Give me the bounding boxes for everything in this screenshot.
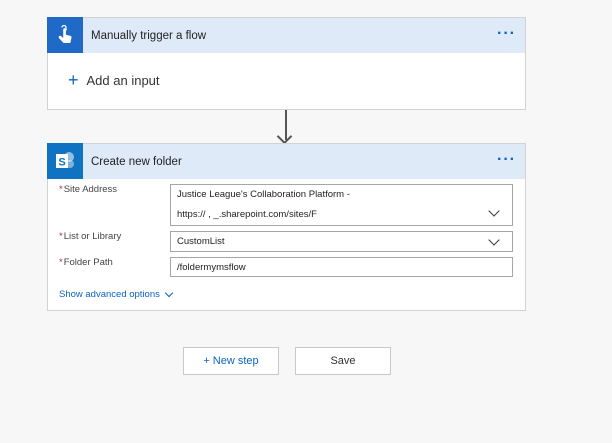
chevron-down-icon bbox=[164, 288, 174, 297]
sharepoint-letter: S bbox=[58, 157, 65, 169]
folder-path-label: *Folder Path bbox=[59, 257, 113, 268]
list-library-label: *List or Library bbox=[59, 231, 122, 242]
action-card: S Create new folder ··· *Site Address Ju… bbox=[47, 143, 526, 311]
show-advanced-options-link[interactable]: Show advanced options bbox=[59, 288, 174, 300]
trigger-more-options-icon[interactable]: ··· bbox=[497, 26, 516, 42]
site-address-label: *Site Address bbox=[59, 184, 118, 195]
site-address-value-line2: https:// , _.sharepoint.com/sites/F bbox=[177, 209, 317, 220]
list-library-value: CustomList bbox=[177, 236, 225, 247]
chevron-down-icon[interactable] bbox=[488, 205, 500, 217]
advanced-options-label: Show advanced options bbox=[59, 289, 160, 300]
trigger-title: Manually trigger a flow bbox=[91, 29, 207, 42]
trigger-card: Manually trigger a flow ··· + Add an inp… bbox=[47, 17, 526, 110]
trigger-card-header[interactable]: Manually trigger a flow ··· bbox=[47, 17, 525, 53]
plus-icon: + bbox=[68, 70, 79, 90]
site-address-dropdown[interactable]: Justice League's Collaboration Platform … bbox=[170, 184, 513, 226]
folder-path-value: /foldermymsflow bbox=[177, 262, 246, 273]
add-input-label: Add an input bbox=[86, 72, 160, 88]
save-button[interactable]: Save bbox=[295, 347, 391, 375]
touch-hand-icon bbox=[47, 17, 83, 53]
action-card-header[interactable]: S Create new folder ··· bbox=[47, 143, 525, 179]
action-title: Create new folder bbox=[91, 155, 182, 168]
required-marker: * bbox=[59, 257, 63, 268]
required-marker: * bbox=[59, 231, 63, 242]
add-input-button[interactable]: + Add an input bbox=[68, 70, 160, 90]
arrow-down-icon bbox=[276, 128, 293, 145]
required-marker: * bbox=[59, 184, 63, 195]
new-step-button[interactable]: + New step bbox=[183, 347, 279, 375]
site-address-value-line1: Justice League's Collaboration Platform … bbox=[177, 189, 350, 200]
sharepoint-icon: S bbox=[47, 143, 83, 179]
list-library-dropdown[interactable]: CustomList bbox=[170, 231, 513, 252]
action-more-options-icon[interactable]: ··· bbox=[497, 152, 516, 168]
folder-path-input[interactable]: /foldermymsflow bbox=[170, 257, 513, 277]
chevron-down-icon[interactable] bbox=[488, 234, 500, 246]
